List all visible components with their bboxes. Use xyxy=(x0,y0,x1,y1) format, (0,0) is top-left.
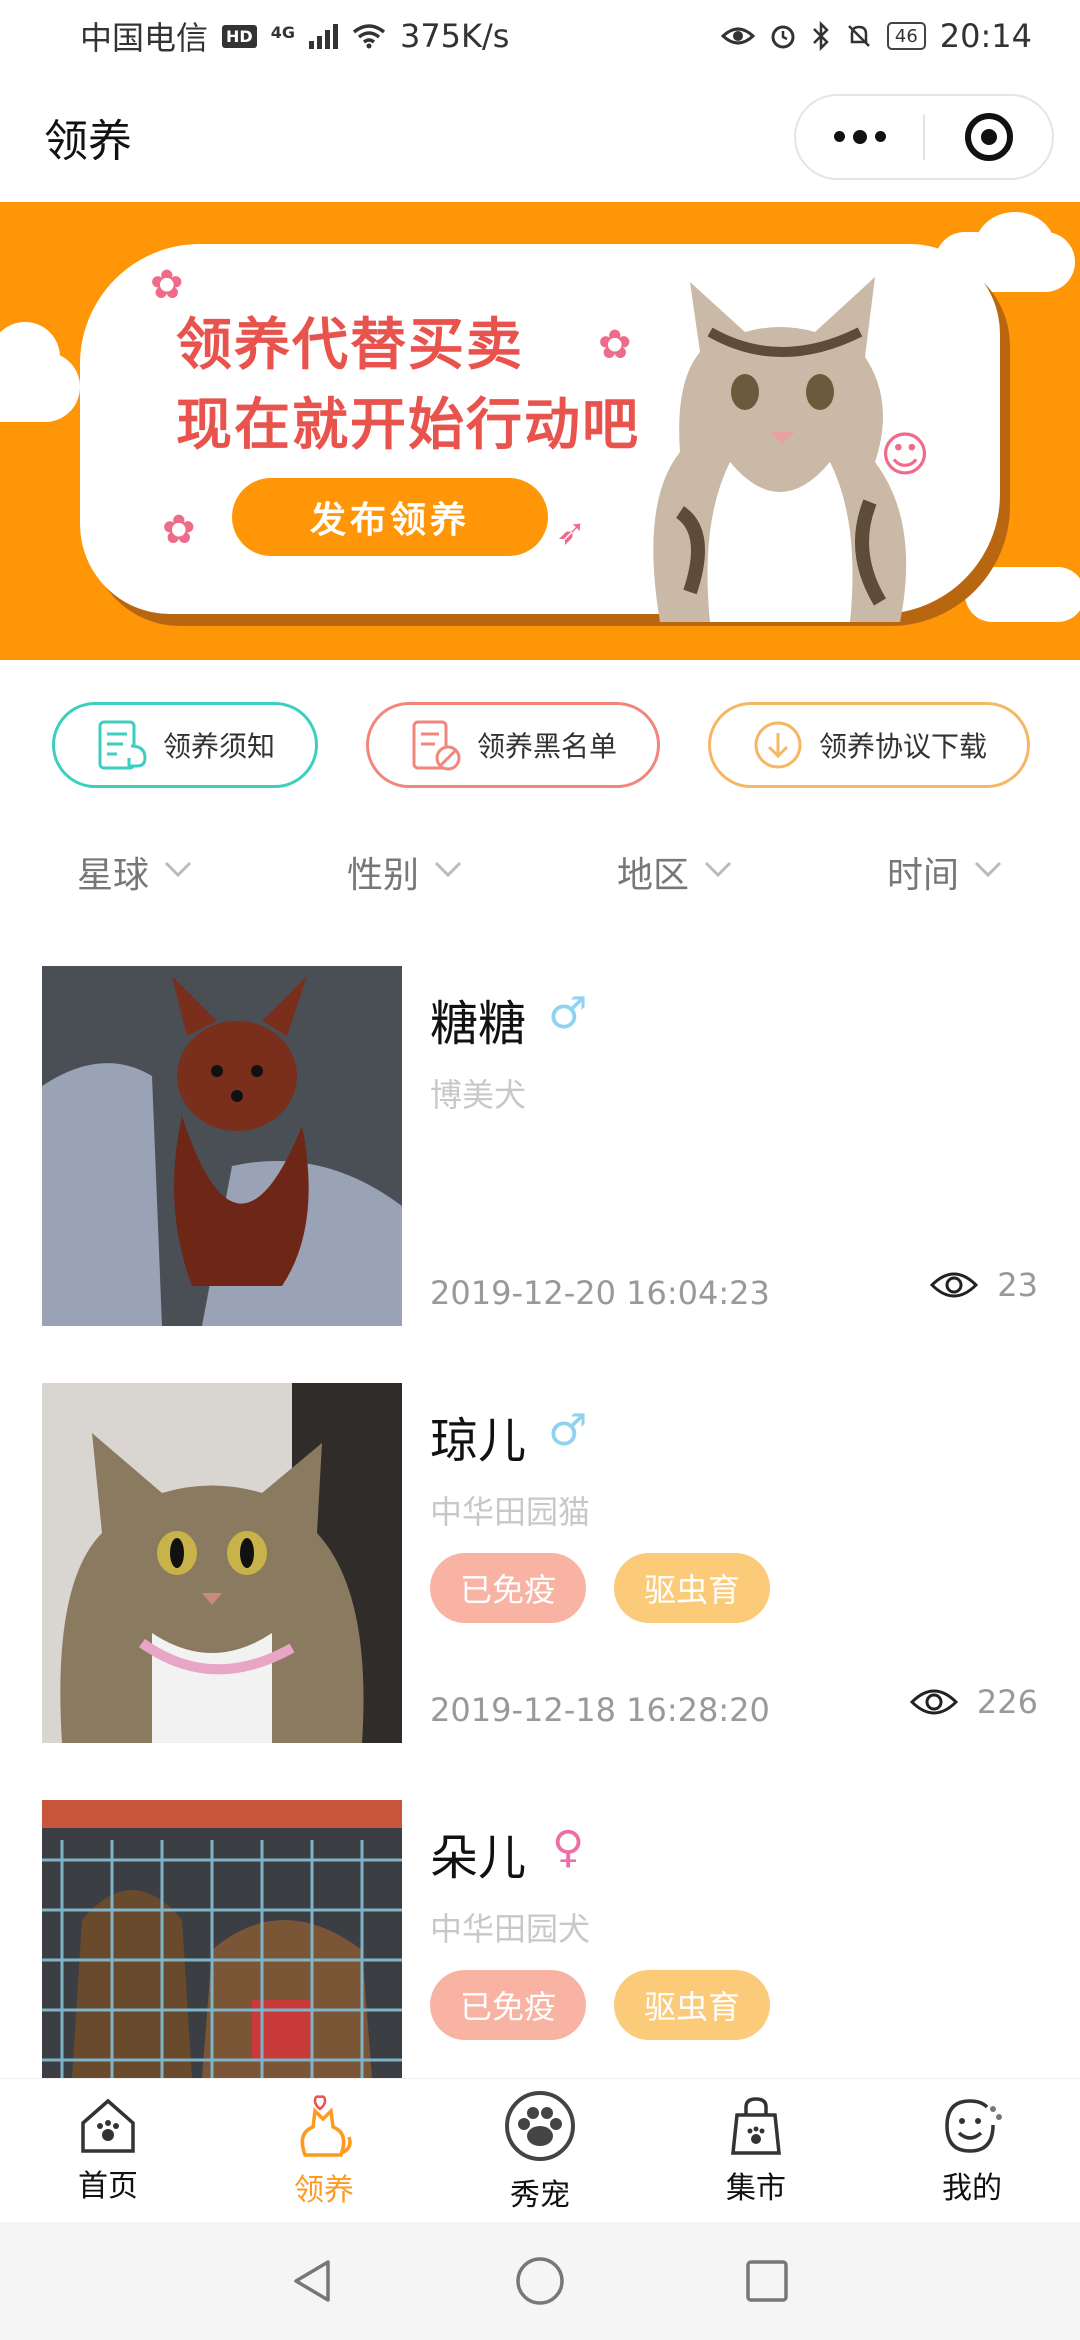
page-title: 领养 xyxy=(44,116,132,167)
tab-label: 集市 xyxy=(726,2170,786,2206)
tab-home[interactable]: 首页 xyxy=(0,2079,216,2222)
pet-card[interactable]: 琼儿 ♂ 中华田园猫 已免疫 驱虫育 2019-12-18 16:28:20 2… xyxy=(0,1383,1080,1745)
pet-card[interactable]: 朵儿 ♀ 中华田园犬 已免疫 驱虫育 xyxy=(0,1800,1080,2078)
male-icon: ♂ xyxy=(548,988,588,1039)
female-icon: ♀ xyxy=(552,1822,585,1873)
pet-post-date: 2019-12-20 16:04:23 xyxy=(430,1274,770,1312)
pet-card[interactable]: 糖糖 ♂ 博美犬 2019-12-20 16:04:23 23 xyxy=(0,966,1080,1328)
target-icon xyxy=(964,113,1013,161)
tab-market[interactable]: 集市 xyxy=(648,2079,864,2222)
tab-adopt[interactable]: 领养 xyxy=(216,2079,432,2222)
chevron-down-icon xyxy=(974,861,1002,878)
tab-mine[interactable]: 我的 xyxy=(864,2079,1080,2222)
bottom-tab-bar: 首页 领养 秀宠 集市 我的 xyxy=(0,2078,1080,2222)
fish-icon: ➶ xyxy=(556,512,587,553)
hd-badge: HD xyxy=(222,24,257,48)
chevron-down-icon xyxy=(164,861,192,878)
dewormed-tag: 驱虫育 xyxy=(614,1970,771,2040)
miniprogram-capsule xyxy=(794,94,1054,180)
view-count-value: 226 xyxy=(976,1683,1038,1721)
tab-label: 我的 xyxy=(942,2170,1002,2206)
filter-planet[interactable]: 星球 xyxy=(0,840,270,904)
mute-bell-icon xyxy=(847,25,870,47)
cat-doodle-icon: ☺ xyxy=(880,427,931,483)
agreement-download-label: 领养协议下载 xyxy=(818,730,987,763)
view-count: 23 xyxy=(929,1266,1038,1304)
adoption-notice-label: 领养须知 xyxy=(162,730,275,763)
pet-name: 朵儿 xyxy=(430,1830,527,1886)
back-icon[interactable] xyxy=(288,2256,338,2306)
pet-breed: 博美犬 xyxy=(430,1076,527,1114)
home-paw-icon xyxy=(81,2098,135,2153)
pet-post-date: 2019-12-18 16:28:20 xyxy=(430,1691,770,1729)
chevron-down-icon xyxy=(434,861,462,878)
pet-breed: 中华田园犬 xyxy=(430,1910,591,1948)
tab-label: 领养 xyxy=(294,2172,354,2208)
blacklist-button[interactable]: 领养黑名单 xyxy=(366,702,660,788)
wifi-icon xyxy=(352,24,386,49)
recents-icon[interactable] xyxy=(742,2256,792,2306)
more-dots-icon[interactable] xyxy=(796,129,923,144)
vaccinated-tag: 已免疫 xyxy=(430,1970,587,2040)
view-count-value: 23 xyxy=(997,1266,1038,1304)
view-count: 226 xyxy=(909,1683,1038,1721)
promo-banner[interactable]: ✿ ✿ ✿ ➶ 领养代替买卖 现在就开始行动吧 发布领养 ☺ xyxy=(0,202,1080,660)
filter-label: 星球 xyxy=(76,855,149,896)
bluetooth-icon xyxy=(812,21,829,51)
agreement-download-button[interactable]: 领养协议下载 xyxy=(708,702,1030,788)
filter-time[interactable]: 时间 xyxy=(810,840,1080,904)
filter-label: 时间 xyxy=(886,855,959,896)
shopping-bag-icon xyxy=(731,2096,781,2155)
pet-name: 糖糖 xyxy=(430,996,527,1052)
download-icon xyxy=(754,721,802,769)
banner-headline: 领养代替买卖 xyxy=(176,313,524,378)
filter-region[interactable]: 地区 xyxy=(540,840,810,904)
network-speed: 375K/s xyxy=(399,17,510,55)
pet-name: 琼儿 xyxy=(430,1413,527,1469)
tab-label: 秀宠 xyxy=(510,2177,570,2213)
paw-circle-icon xyxy=(505,2090,575,2161)
tab-show-pets[interactable]: 秀宠 xyxy=(432,2079,648,2222)
filter-gender[interactable]: 性别 xyxy=(270,840,540,904)
filter-label: 地区 xyxy=(616,855,689,896)
status-bar: 中国电信 HD 4G 375K/s 46 20:14 xyxy=(0,0,1080,72)
pet-breed: 中华田园猫 xyxy=(430,1493,591,1531)
pet-photo xyxy=(42,966,402,1326)
banner-subheadline: 现在就开始行动吧 xyxy=(176,393,640,458)
post-adoption-button[interactable]: 发布领养 xyxy=(232,478,548,556)
close-button[interactable] xyxy=(925,113,1052,161)
filter-bar: 星球 性别 地区 时间 xyxy=(0,840,1080,904)
smiley-icon xyxy=(945,2098,1002,2153)
cloud-decoration xyxy=(965,567,1080,622)
filter-label: 性别 xyxy=(346,855,419,896)
pet-tags: 已免疫 驱虫育 xyxy=(430,1970,771,2040)
adopt-cat-icon xyxy=(300,2094,352,2157)
title-bar: 领养 xyxy=(0,72,1080,202)
chevron-down-icon xyxy=(704,861,732,878)
alarm-icon xyxy=(771,25,795,49)
pet-tags: 已免疫 驱虫育 xyxy=(430,1553,771,1623)
pet-photo xyxy=(42,1800,402,2078)
eye-comfort-icon xyxy=(720,27,755,45)
eye-icon xyxy=(909,1689,959,1715)
male-icon: ♂ xyxy=(548,1405,588,1456)
vaccinated-tag: 已免疫 xyxy=(430,1553,587,1623)
dewormed-tag: 驱虫育 xyxy=(614,1553,771,1623)
cloud-decoration xyxy=(975,212,1055,282)
paw-icon: ✿ xyxy=(162,507,196,553)
pet-photo xyxy=(42,1383,402,1743)
home-icon[interactable] xyxy=(513,2254,567,2308)
eye-icon xyxy=(930,1272,979,1298)
notice-doc-icon xyxy=(98,720,147,770)
carrier-label: 中国电信 xyxy=(80,19,209,57)
signal-icon xyxy=(308,23,338,49)
blacklist-label: 领养黑名单 xyxy=(476,730,617,763)
network-label: 4G xyxy=(270,23,295,42)
system-nav-bar xyxy=(0,2222,1080,2340)
blacklist-doc-icon xyxy=(412,720,461,771)
tab-label: 首页 xyxy=(78,2168,138,2204)
battery-icon: 46 xyxy=(886,22,926,50)
clock: 20:14 xyxy=(939,17,1032,55)
adoption-notice-button[interactable]: 领养须知 xyxy=(52,702,318,788)
